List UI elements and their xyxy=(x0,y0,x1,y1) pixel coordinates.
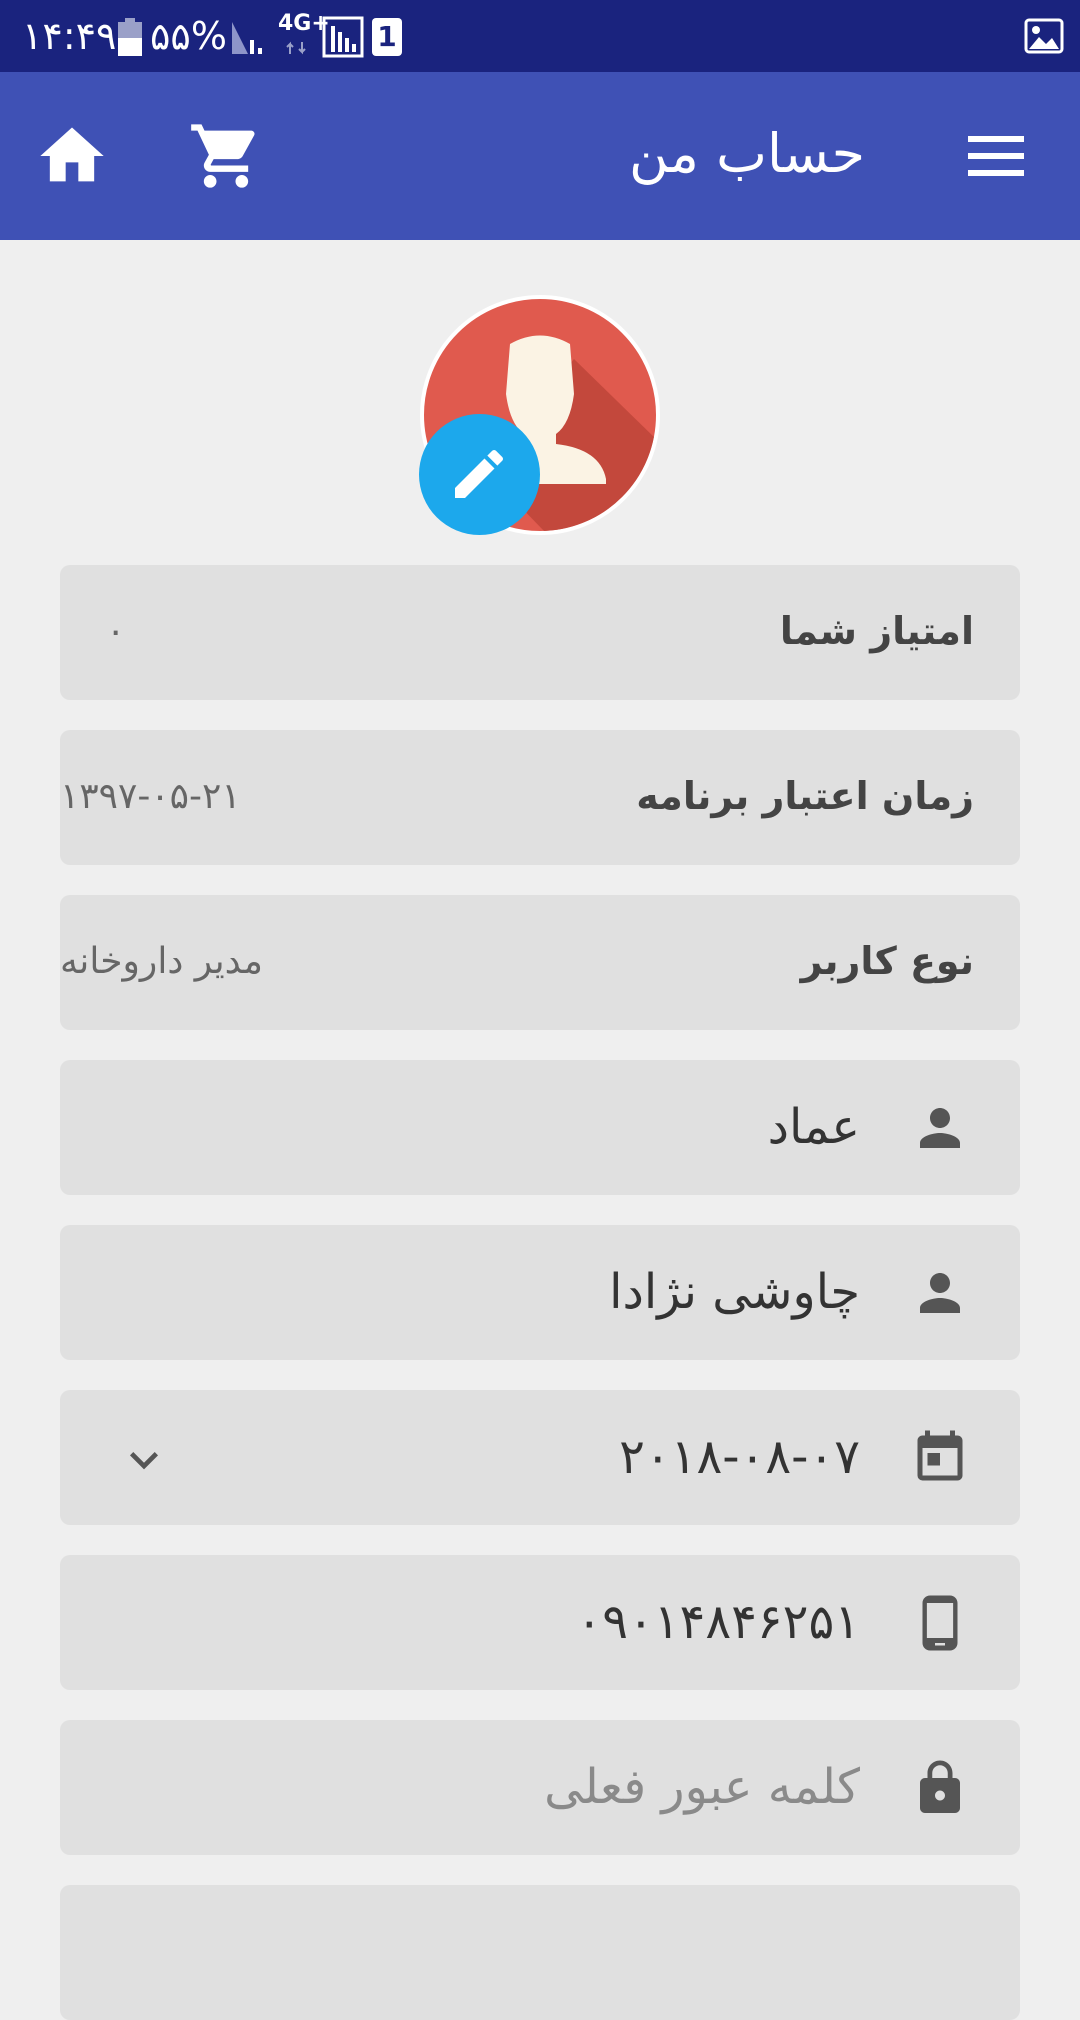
user-type-value: مدیر داروخانه xyxy=(60,941,263,982)
score-row: امتیاز شما ۰ xyxy=(60,565,1020,700)
cart-icon xyxy=(191,124,255,188)
score-label: امتیاز شما xyxy=(779,609,974,653)
person-icon xyxy=(920,1273,960,1313)
calendar-icon xyxy=(917,1430,963,1481)
status-bar: ۱۴:۴۹ ۵۵% 4G+ 1 xyxy=(0,0,1080,72)
current-password-field[interactable] xyxy=(160,1754,860,1820)
page-title: حساب من xyxy=(628,122,865,185)
first-name-card xyxy=(60,1060,1020,1195)
lock-icon xyxy=(920,1760,960,1813)
phone-icon xyxy=(922,1595,958,1651)
score-value: ۰ xyxy=(106,611,126,652)
validity-row: زمان اعتبار برنامه ۱۳۹۷-۰۵-۲۱ xyxy=(60,730,1020,865)
battery-percent: ۵۵% xyxy=(150,14,227,58)
first-name-field[interactable] xyxy=(160,1094,860,1160)
chevron-down-icon[interactable] xyxy=(116,1432,172,1488)
user-type-label: نوع کاربر xyxy=(800,939,974,983)
battery-icon xyxy=(118,18,142,56)
signal-box-icon xyxy=(322,16,364,58)
validity-label: زمان اعتبار برنامه xyxy=(636,774,974,818)
cart-button[interactable] xyxy=(188,118,264,194)
birth-date-card xyxy=(60,1390,1020,1525)
person-icon xyxy=(920,1108,960,1148)
data-arrows-icon xyxy=(286,41,306,55)
sim-badge: 1 xyxy=(372,18,402,56)
home-icon xyxy=(40,127,104,182)
birth-date-field[interactable] xyxy=(160,1424,860,1490)
app-bar: حساب من xyxy=(0,72,1080,240)
menu-button[interactable] xyxy=(960,126,1032,186)
menu-icon xyxy=(968,136,1024,176)
user-type-row: نوع کاربر مدیر داروخانه xyxy=(60,895,1020,1030)
signal-icon xyxy=(232,22,262,54)
last-name-field[interactable] xyxy=(160,1259,860,1325)
current-password-card xyxy=(60,1720,1020,1855)
edit-avatar-button[interactable] xyxy=(419,414,540,535)
status-time: ۱۴:۴۹ xyxy=(22,14,117,58)
image-notification-icon xyxy=(1024,18,1064,54)
home-button[interactable] xyxy=(34,118,110,194)
phone-field[interactable] xyxy=(160,1589,860,1655)
validity-value: ۱۳۹۷-۰۵-۲۱ xyxy=(60,776,241,817)
pencil-icon xyxy=(455,449,504,498)
last-name-card xyxy=(60,1225,1020,1360)
next-field-card[interactable] xyxy=(60,1885,1020,2020)
phone-card xyxy=(60,1555,1020,1690)
